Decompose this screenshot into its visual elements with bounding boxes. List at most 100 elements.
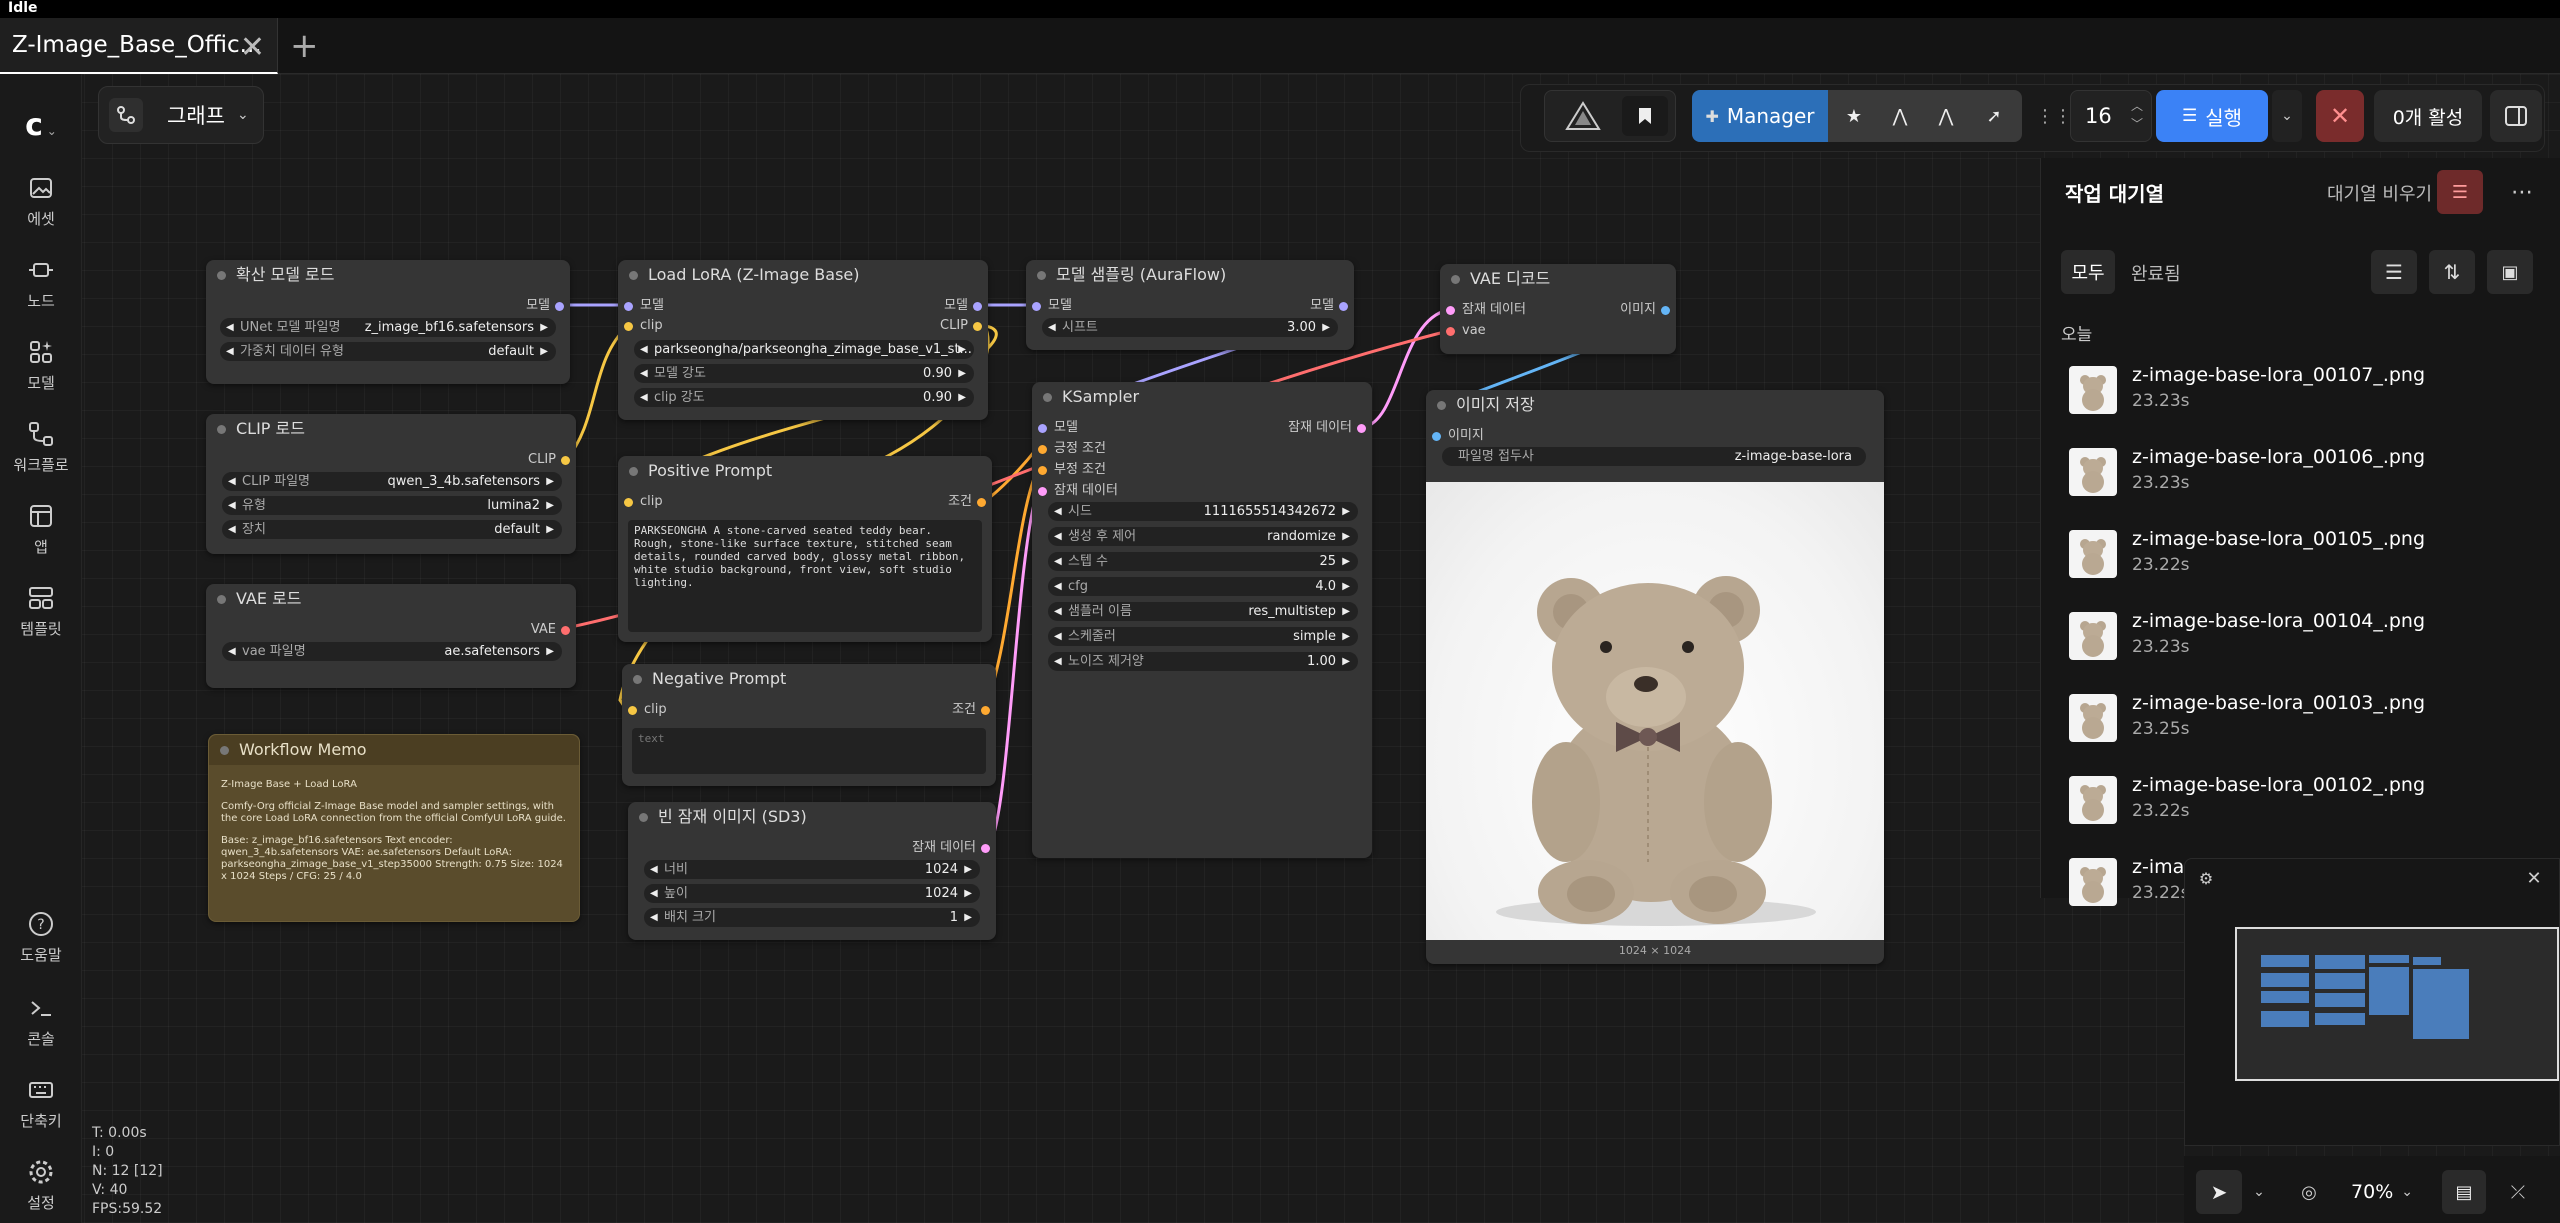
widget-height[interactable]: ◀ 높이 1024 ▶ — [644, 884, 980, 903]
sidebar-item-workflows[interactable]: 워크플로 — [0, 420, 82, 475]
sidebar-item-assets[interactable]: 에셋 — [0, 174, 82, 229]
arrow-left-icon[interactable]: ◀ — [640, 364, 648, 383]
node-vae-loader[interactable]: VAE 로드 VAE ◀ vae 파일명 ae.safetensors ▶ — [206, 584, 576, 688]
image-view-icon[interactable]: ▣ — [2487, 250, 2533, 294]
arrow-left-icon[interactable]: ◀ — [1054, 552, 1062, 571]
arrow-left-icon[interactable]: ◀ — [1054, 502, 1062, 521]
output-socket[interactable] — [561, 456, 570, 465]
arrow-right-icon[interactable]: ▶ — [1322, 318, 1330, 337]
output-socket[interactable] — [561, 626, 570, 635]
arrow-right-icon[interactable]: ▶ — [546, 496, 554, 515]
arrow-right-icon[interactable]: ▶ — [540, 342, 548, 361]
widget-scheduler[interactable]: ◀ 스케줄러 simple ▶ — [1048, 627, 1358, 646]
sidebar-item-help[interactable]: ? 도움말 — [0, 910, 82, 965]
node-ksampler[interactable]: KSampler 모델 긍정 조건 부정 조건 잠재 데이터 잠재 데이터 ◀ 시… — [1032, 382, 1372, 858]
widget-vae-name[interactable]: ◀ vae 파일명 ae.safetensors ▶ — [222, 642, 562, 661]
close-icon[interactable]: ✕ — [2521, 865, 2547, 891]
queue-item[interactable]: z-image-base-lora_00107_.png 23.23s — [2069, 358, 2549, 428]
widget-control-after-generate[interactable]: ◀ 생성 후 제어 randomize ▶ — [1048, 527, 1358, 546]
widget-clip-name[interactable]: ◀ CLIP 파일명 qwen_3_4b.safetensors ▶ — [222, 472, 562, 491]
input-socket[interactable] — [1446, 306, 1455, 315]
arrow-left-icon[interactable]: ◀ — [1054, 602, 1062, 621]
sidebar-item-templates[interactable]: 템플릿 — [0, 584, 82, 639]
clear-queue-label[interactable]: 대기열 비우기 — [2327, 180, 2432, 206]
widget-denoise[interactable]: ◀ 노이즈 제거양 1.00 ▶ — [1048, 652, 1358, 671]
arrow-left-icon[interactable]: ◀ — [226, 342, 234, 361]
widget-filename-prefix[interactable]: 파일명 접두사 z-image-base-lora — [1442, 447, 1866, 466]
sort-icon[interactable]: ⇅ — [2429, 250, 2475, 294]
queue-item[interactable]: z-image-base-lora_00104_.png 23.23s — [2069, 604, 2549, 674]
input-socket[interactable] — [1038, 424, 1047, 433]
arrow-right-icon[interactable]: ▶ — [1342, 627, 1350, 646]
arrow-right-icon[interactable]: ▶ — [958, 340, 966, 359]
output-socket[interactable] — [1661, 306, 1670, 315]
node-vae-decode[interactable]: VAE 디코드 잠재 데이터 vae 이미지 — [1440, 264, 1676, 354]
arrow-left-icon[interactable]: ◀ — [228, 642, 236, 661]
arrow-left-icon[interactable]: ◀ — [228, 472, 236, 491]
arrow-right-icon[interactable]: ▶ — [1342, 552, 1350, 571]
drag-handle-icon[interactable]: ⋮⋮ — [2036, 104, 2072, 128]
widget-strength-clip[interactable]: ◀ clip 강도 0.90 ▶ — [634, 388, 974, 407]
sidebar-item-console[interactable]: 콘솔 — [0, 994, 82, 1049]
output-image-preview[interactable] — [1426, 482, 1884, 940]
node-model-sampling-auraflow[interactable]: 모델 샘플링 (AuraFlow) 모델 모델 ◀ 시프트 3.00 ▶ — [1026, 260, 1354, 350]
output-socket[interactable] — [981, 706, 990, 715]
sidebar-item-models[interactable]: 모델 — [0, 338, 82, 393]
node-load-lora[interactable]: Load LoRA (Z-Image Base) 모델 clip 모델 CLIP… — [618, 260, 988, 420]
arrow-left-icon[interactable]: ◀ — [1054, 577, 1062, 596]
node-empty-latent[interactable]: 빈 잠재 이미지 (SD3) 잠재 데이터 ◀ 너비 1024 ▶ ◀ 높이 1024 ▶ … — [628, 802, 996, 940]
input-socket[interactable] — [1432, 432, 1441, 441]
widget-clip-device[interactable]: ◀ 장치 default ▶ — [222, 520, 562, 539]
cancel-run-button[interactable]: ✕ — [2316, 90, 2364, 142]
arrow-right-icon[interactable]: ▶ — [964, 908, 972, 927]
comfy-logo[interactable]: c ⌄ — [0, 108, 82, 143]
sidebar-item-settings[interactable]: 설정 — [0, 1158, 82, 1213]
arrow-right-icon[interactable]: ▶ — [1342, 527, 1350, 546]
minimap-settings-icon[interactable]: ⚙ — [2193, 865, 2219, 891]
widget-unet-name[interactable]: ◀ UNet 모델 파일명 z_image_bf16.safetensors ▶ — [220, 318, 556, 337]
sidebar-item-apps[interactable]: 앱 — [0, 502, 82, 557]
queue-item[interactable]: z-image-base-lora_00102_.png 23.22s — [2069, 768, 2549, 838]
download-model-icon[interactable]: ⋀ — [1882, 96, 1918, 136]
arrow-right-icon[interactable]: ▶ — [546, 472, 554, 491]
arrow-left-icon[interactable]: ◀ — [650, 908, 658, 927]
widget-shift[interactable]: ◀ 시프트 3.00 ▶ — [1042, 318, 1338, 337]
output-socket[interactable] — [555, 302, 564, 311]
node-save-image[interactable]: 이미지 저장 이미지 파일명 접두사 z-image-base-lora 1024… — [1426, 390, 1884, 964]
clear-queue-icon[interactable]: ☰ — [2437, 170, 2483, 214]
tab-all[interactable]: 모두 — [2061, 250, 2115, 294]
bookmark-icon[interactable] — [1622, 96, 1668, 136]
output-socket[interactable] — [1339, 302, 1348, 311]
arrow-right-icon[interactable]: ▶ — [1342, 502, 1350, 521]
arrow-right-icon[interactable]: ▶ — [546, 642, 554, 661]
output-socket[interactable] — [973, 322, 982, 331]
graph-menu-button[interactable]: 그래프 ⌄ — [98, 86, 264, 144]
run-button[interactable]: ☰ 실행 — [2156, 90, 2268, 142]
batch-count-stepper[interactable]: 16 ︿ ﹀ — [2070, 90, 2152, 142]
widget-width[interactable]: ◀ 너비 1024 ▶ — [644, 860, 980, 879]
node-workflow-memo[interactable]: Workflow Memo Z-Image Base + Load LoRA C… — [208, 734, 580, 922]
output-socket[interactable] — [973, 302, 982, 311]
active-jobs-button[interactable]: 0개 활성 — [2374, 90, 2482, 142]
arrow-right-icon[interactable]: ▶ — [540, 318, 548, 337]
widget-cfg[interactable]: ◀ cfg 4.0 ▶ — [1048, 577, 1358, 596]
input-socket[interactable] — [624, 322, 633, 331]
chevron-down-icon[interactable]: ⌄ — [2248, 1170, 2270, 1214]
arrow-left-icon[interactable]: ◀ — [228, 496, 236, 515]
stepper-arrows-icon[interactable]: ︿ ﹀ — [2131, 97, 2143, 133]
prompt-textarea[interactable]: text — [632, 728, 986, 774]
share-icon[interactable]: ➚ — [1976, 96, 2012, 136]
arrow-left-icon[interactable]: ◀ — [650, 884, 658, 903]
prompt-textarea[interactable]: PARKSEONGHA A stone-carved seated teddy … — [628, 520, 982, 632]
arrow-right-icon[interactable]: ▶ — [958, 388, 966, 407]
arrow-right-icon[interactable]: ▶ — [1342, 577, 1350, 596]
arrow-left-icon[interactable]: ◀ — [640, 340, 648, 359]
widget-strength-model[interactable]: ◀ 모델 강도 0.90 ▶ — [634, 364, 974, 383]
link-visibility-icon[interactable]: ⤫ — [2496, 1170, 2540, 1214]
arrow-right-icon[interactable]: ▶ — [964, 884, 972, 903]
fit-view-icon[interactable]: ◎ — [2292, 1170, 2326, 1214]
input-socket[interactable] — [628, 706, 637, 715]
input-socket[interactable] — [624, 498, 633, 507]
update-icon[interactable]: ⋀ — [1928, 96, 1964, 136]
arrow-right-icon[interactable]: ▶ — [1342, 652, 1350, 671]
